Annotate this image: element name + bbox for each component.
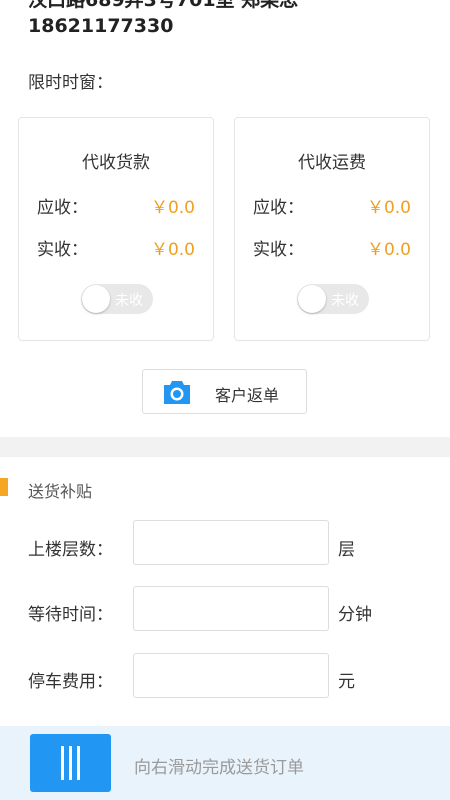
cod-goods-card: 代收货款 应收： ￥0.0 实收： ￥0.0 未收 xyxy=(18,117,214,341)
receivable-value: ￥0.0 xyxy=(150,198,195,218)
subsidy-section-title: 送货补贴 xyxy=(28,482,93,501)
collected-toggle[interactable]: 未收 xyxy=(297,284,369,314)
slide-handle[interactable] xyxy=(30,734,111,792)
received-value: ￥0.0 xyxy=(150,240,195,260)
wait-time-input[interactable] xyxy=(133,586,329,631)
receivable-value: ￥0.0 xyxy=(366,198,411,218)
received-label: 实收： xyxy=(37,240,88,260)
wait-time-unit: 分钟 xyxy=(338,605,372,625)
section-marker xyxy=(0,478,8,496)
floors-input[interactable] xyxy=(133,520,329,565)
parking-fee-input[interactable] xyxy=(133,653,329,698)
delivery-address: 汉口路689弄3号701室 郑某忠 xyxy=(28,0,299,11)
camera-icon xyxy=(163,379,191,405)
grip-line xyxy=(61,746,64,780)
card-title: 代收货款 xyxy=(82,153,150,173)
slide-instruction: 向右滑动完成送货订单 xyxy=(134,758,304,778)
receivable-label: 应收： xyxy=(37,198,88,218)
floors-label: 上楼层数： xyxy=(28,540,113,560)
toggle-label: 未收 xyxy=(115,293,143,309)
parking-fee-unit: 元 xyxy=(338,672,355,692)
cod-freight-card: 代收运费 应收： ￥0.0 实收： ￥0.0 未收 xyxy=(234,117,430,341)
parking-fee-label: 停车费用： xyxy=(28,672,113,692)
toggle-knob xyxy=(298,285,326,313)
grip-line xyxy=(77,746,80,780)
received-value: ￥0.0 xyxy=(366,240,411,260)
slide-to-complete-bar[interactable]: 向右滑动完成送货订单 xyxy=(0,726,450,800)
floors-unit: 层 xyxy=(338,540,355,560)
section-divider xyxy=(0,437,450,457)
card-title: 代收运费 xyxy=(298,153,366,173)
wait-time-label: 等待时间： xyxy=(28,605,113,625)
received-label: 实收： xyxy=(253,240,304,260)
customer-return-button[interactable]: 客户返单 xyxy=(142,369,307,414)
toggle-label: 未收 xyxy=(331,293,359,309)
customer-return-label: 客户返单 xyxy=(215,386,280,405)
collected-toggle[interactable]: 未收 xyxy=(81,284,153,314)
grip-line xyxy=(69,746,72,780)
time-window-label: 限时时窗： xyxy=(28,73,113,93)
receivable-label: 应收： xyxy=(253,198,304,218)
toggle-knob xyxy=(82,285,110,313)
contact-phone[interactable]: 18621177330 xyxy=(28,14,173,38)
